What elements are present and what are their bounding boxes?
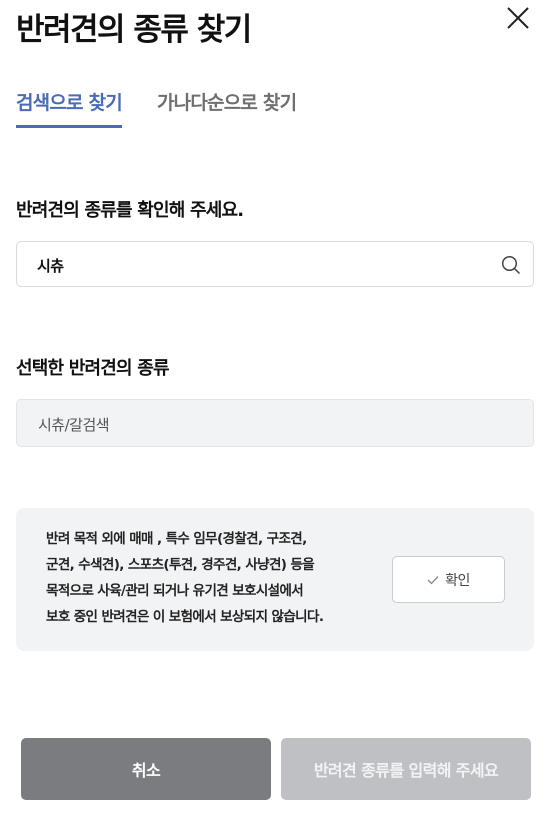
search-field[interactable] — [16, 241, 534, 287]
search-icon[interactable] — [501, 255, 521, 275]
notice-panel: 반려 목적 외에 매매 , 특수 임무(경찰견, 구조견, 군견, 수색견), … — [16, 508, 534, 651]
notice-text: 반려 목적 외에 매매 , 특수 임무(경찰견, 구조견, 군견, 수색견), … — [46, 526, 391, 630]
notice-line: 반려 목적 외에 매매 , 특수 임무(경찰견, 구조견, — [46, 531, 307, 547]
search-input[interactable] — [37, 252, 477, 278]
selected-breed-value: 시츄/갈검색 — [38, 416, 110, 434]
confirm-label: 확인 — [445, 572, 470, 589]
submit-button[interactable]: 반려견 종류를 입력해 주세요 — [281, 738, 531, 800]
page-title: 반려견의 종류 찾기 — [16, 12, 252, 48]
close-button[interactable] — [503, 4, 533, 34]
selected-breed-field: 시츄/갈검색 — [16, 399, 534, 447]
cancel-button[interactable]: 취소 — [21, 738, 271, 800]
selected-section-label: 선택한 반려견의 종류 — [16, 358, 170, 379]
tab-search[interactable]: 검색으로 찾기 — [16, 88, 123, 128]
tab-alphabetical[interactable]: 가나다순으로 찾기 — [157, 88, 297, 125]
notice-line: 군견, 수색견), 스포츠(투견, 경주견, 사냥견) 등을 — [46, 557, 315, 573]
tab-bar: 검색으로 찾기 가나다순으로 찾기 — [16, 88, 436, 132]
notice-line: 보호 중인 반려견은 이 보험에서 보상되지 않습니다. — [46, 609, 324, 625]
confirm-button[interactable]: 확인 — [392, 556, 505, 603]
close-icon[interactable] — [503, 4, 533, 34]
check-icon — [427, 575, 439, 584]
notice-line: 목적으로 사육/관리 되거나 유기견 보호시설에서 — [46, 583, 304, 599]
search-section-label: 반려견의 종류를 확인해 주세요. — [16, 200, 244, 221]
